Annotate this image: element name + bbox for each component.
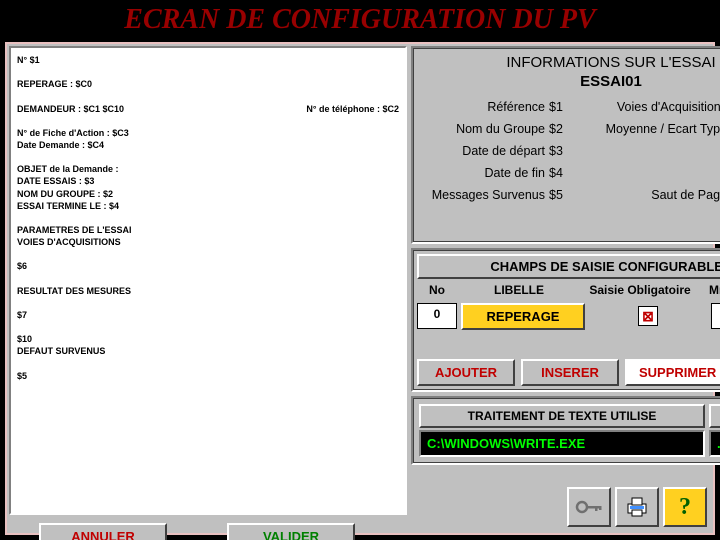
value-reference: $1 bbox=[549, 100, 573, 114]
path-input[interactable]: C:\WINDOWS\WRITE.EXE bbox=[419, 430, 705, 457]
print-icon[interactable] bbox=[615, 487, 659, 527]
cancel-button[interactable]: ANNULER bbox=[39, 523, 167, 540]
label-saut: Saut de Page bbox=[577, 188, 720, 202]
main-window: INFORMATIONS SUR L'ESSAI ESSAI01 Référen… bbox=[5, 42, 715, 535]
label-voies: Voies d'Acquisitions bbox=[577, 100, 720, 114]
value-messages: $5 bbox=[549, 188, 573, 202]
col-libelle: LIBELLE bbox=[457, 283, 581, 297]
help-icon[interactable]: ? bbox=[663, 487, 707, 527]
key-icon[interactable] bbox=[567, 487, 611, 527]
info-panel: INFORMATIONS SUR L'ESSAI ESSAI01 Référen… bbox=[411, 46, 720, 244]
trait-header: TRAITEMENT DE TEXTE UTILISE bbox=[419, 404, 705, 428]
no-input[interactable]: 0 bbox=[417, 303, 457, 329]
type-fichier-label: Type Fichier bbox=[709, 404, 720, 428]
label-messages: Messages Survenus bbox=[425, 188, 545, 202]
value-groupe: $2 bbox=[549, 122, 573, 136]
label-moyenne: Moyenne / Ecart Type bbox=[577, 122, 720, 136]
label-reference: Référence bbox=[425, 100, 545, 114]
value-date-fin: $4 bbox=[549, 166, 573, 180]
mnemo-input[interactable]: $C0 bbox=[711, 303, 720, 329]
col-no: No bbox=[417, 283, 457, 297]
value-date-depart: $3 bbox=[549, 144, 573, 158]
col-mnemo: Mnémonique bbox=[699, 283, 720, 297]
col-oblig: Saisie Obligatoire bbox=[581, 283, 699, 297]
add-button[interactable]: AJOUTER bbox=[417, 359, 515, 386]
info-header: INFORMATIONS SUR L'ESSAI bbox=[417, 54, 720, 71]
config-panel: CHAMPS DE SAISIE CONFIGURABLES No LIBELL… bbox=[411, 248, 720, 465]
page-title: ECRAN DE CONFIGURATION DU PV bbox=[0, 0, 720, 38]
preview-pane: N° $1 REPERAGE : $C0 DEMANDEUR : $C1 $C1… bbox=[9, 46, 407, 515]
libelle-button[interactable]: REPERAGE bbox=[461, 303, 585, 330]
oblig-checkbox[interactable]: ⊠ bbox=[638, 306, 658, 326]
insert-button[interactable]: INSERER bbox=[521, 359, 619, 386]
label-date-depart: Date de départ bbox=[425, 144, 545, 158]
delete-button[interactable]: SUPPRIMER bbox=[625, 359, 720, 386]
config-header: CHAMPS DE SAISIE CONFIGURABLES bbox=[417, 254, 720, 279]
validate-button[interactable]: VALIDER bbox=[227, 523, 355, 540]
bottom-buttons: ANNULER VALIDER bbox=[9, 519, 407, 540]
info-subheader: ESSAI01 bbox=[417, 73, 720, 90]
ext-input[interactable]: .WRI bbox=[709, 430, 720, 457]
label-date-fin: Date de fin bbox=[425, 166, 545, 180]
label-groupe: Nom du Groupe bbox=[425, 122, 545, 136]
